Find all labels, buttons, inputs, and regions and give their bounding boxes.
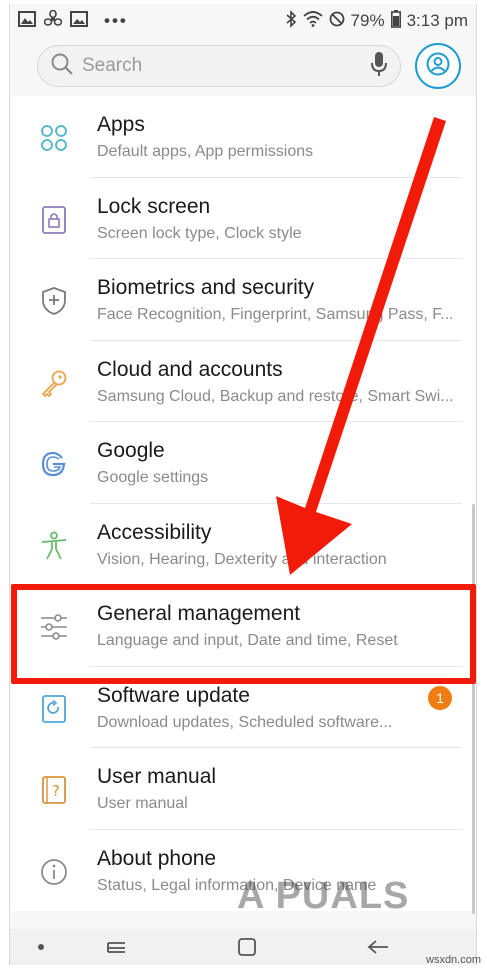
item-title: User manual	[97, 765, 217, 788]
source-tag: wsxdn.com	[426, 954, 482, 966]
lock-icon	[36, 202, 72, 238]
account-avatar-button[interactable]	[415, 43, 461, 89]
settings-item-apps[interactable]: Apps Default apps, App permissions	[10, 96, 476, 178]
navigation-bar	[10, 929, 476, 965]
gallery-notification-icon	[18, 10, 36, 32]
settings-item-general-management[interactable]: General management Language and input, D…	[10, 585, 476, 667]
accessibility-icon	[36, 528, 72, 564]
item-title: Google	[97, 439, 165, 462]
hide-nav-dot-icon[interactable]	[36, 935, 46, 959]
search-icon	[50, 52, 74, 81]
item-subtitle: Samsung Cloud, Backup and restore, Smart…	[97, 387, 454, 405]
profile-icon	[426, 52, 450, 81]
settings-item-user-manual[interactable]: ? User manual User manual	[10, 748, 476, 830]
item-title: Apps	[97, 113, 145, 136]
item-title: General management	[97, 602, 301, 625]
recent-apps-icon[interactable]	[104, 935, 128, 959]
phone-screen: ••• 79% 3:13 pm Search Apps Default apps…	[9, 4, 477, 965]
shield-plus-icon	[36, 283, 72, 319]
key-icon	[36, 365, 72, 401]
fan-notification-icon	[43, 9, 63, 33]
settings-item-software-update[interactable]: Software update Download updates, Schedu…	[10, 667, 476, 748]
status-bar: ••• 79% 3:13 pm	[10, 4, 476, 38]
svg-text:?: ?	[52, 782, 60, 800]
wifi-icon	[302, 10, 323, 32]
question-book-icon: ?	[36, 772, 72, 808]
search-placeholder: Search	[82, 55, 143, 76]
item-subtitle: Face Recognition, Fingerprint, Samsung P…	[97, 306, 454, 323]
update-count-badge: 1	[428, 685, 452, 710]
item-title: Accessibility	[97, 520, 212, 544]
do-not-disturb-icon	[329, 11, 345, 32]
item-subtitle: User manual	[97, 795, 188, 812]
settings-item-accessibility[interactable]: Accessibility Vision, Hearing, Dexterity…	[10, 504, 476, 585]
microphone-icon[interactable]	[370, 51, 388, 82]
item-subtitle: Screen lock type, Clock style	[97, 224, 302, 242]
item-subtitle: Language and input, Date and time, Reset	[97, 632, 398, 649]
item-title: Biometrics and security	[97, 276, 315, 299]
search-row: Search	[10, 42, 476, 96]
item-subtitle: Vision, Hearing, Dexterity and interacti…	[97, 550, 387, 568]
bluetooth-icon	[285, 9, 297, 33]
item-subtitle: Default apps, App permissions	[97, 143, 314, 160]
settings-item-lock-screen[interactable]: Lock screen Screen lock type, Clock styl…	[10, 178, 476, 259]
image-notification-icon	[70, 10, 88, 32]
apps-grid-icon	[36, 120, 72, 156]
battery-icon	[390, 9, 401, 33]
settings-item-google[interactable]: Google Google settings	[10, 422, 476, 504]
more-notifications-icon: •••	[104, 11, 128, 30]
back-button-icon[interactable]	[366, 935, 390, 959]
item-title: Lock screen	[97, 194, 211, 218]
item-subtitle: Google settings	[97, 469, 209, 486]
clock-time: 3:13 pm	[406, 11, 468, 30]
item-title: About phone	[97, 846, 217, 870]
sliders-icon	[36, 609, 72, 645]
item-title: Software update	[97, 683, 250, 707]
settings-item-cloud-accounts[interactable]: Cloud and accounts Samsung Cloud, Backup…	[10, 341, 476, 422]
google-icon	[36, 446, 72, 482]
settings-item-biometrics[interactable]: Biometrics and security Face Recognition…	[10, 259, 476, 341]
settings-list: Apps Default apps, App permissions Lock …	[10, 96, 476, 911]
item-subtitle: Download updates, Scheduled software...	[97, 713, 393, 731]
info-icon	[36, 854, 72, 890]
item-title: Cloud and accounts	[97, 357, 283, 381]
appuals-watermark: A PUALS	[237, 875, 410, 917]
home-button-icon[interactable]	[235, 935, 259, 959]
battery-percent: 79%	[350, 11, 385, 30]
software-update-icon	[36, 691, 72, 727]
search-input[interactable]: Search	[37, 45, 401, 87]
scrollbar[interactable]	[472, 504, 475, 914]
